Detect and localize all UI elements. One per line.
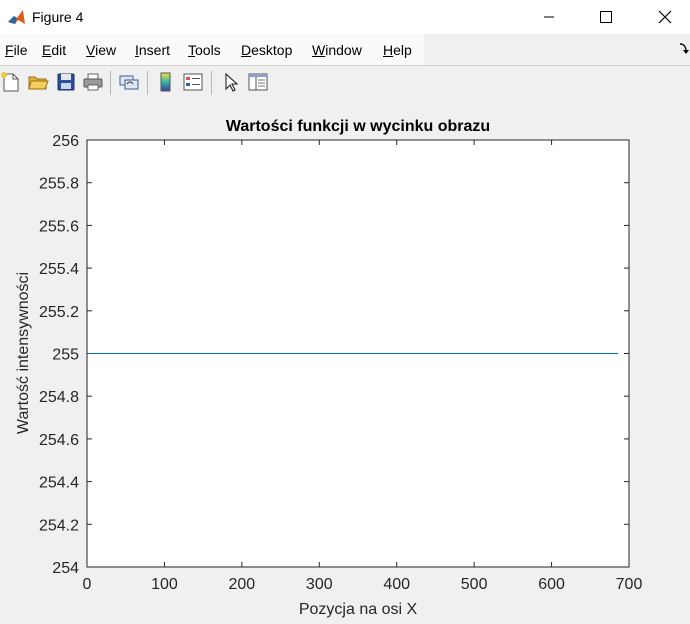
menu-window[interactable]: Window: [312, 42, 362, 58]
open-file-icon[interactable]: [27, 71, 49, 93]
x-tick-label: 400: [383, 576, 410, 593]
chart-title: Wartości funkcji w wycinku obrazu: [226, 118, 490, 135]
menu-edit-rest: dit: [51, 42, 67, 58]
maximize-button[interactable]: [583, 0, 629, 34]
minimize-button[interactable]: [526, 0, 572, 34]
maximize-icon: [600, 11, 612, 23]
menu-desktop-mnemonic: D: [241, 42, 252, 58]
menu-view[interactable]: View: [86, 42, 116, 58]
colorbar-icon[interactable]: [155, 71, 177, 93]
menu-file-mnemonic: F: [5, 42, 14, 58]
x-axis-label: Pozycja na osi X: [299, 601, 418, 618]
menu-edit[interactable]: Edit: [42, 42, 66, 58]
menu-window-rest: indow: [325, 42, 362, 58]
close-icon: [658, 10, 672, 24]
menu-desktop[interactable]: Desktop: [241, 42, 292, 58]
edit-plot-icon[interactable]: [220, 71, 242, 93]
x-tick-label: 700: [616, 576, 643, 593]
menu-help[interactable]: Help: [383, 42, 412, 58]
menu-view-rest: iew: [95, 42, 117, 58]
x-tick-label: 500: [461, 576, 488, 593]
link-plot-icon[interactable]: [118, 71, 140, 93]
y-tick-label: 254.6: [39, 432, 79, 449]
y-tick-label: 255.2: [39, 304, 79, 321]
menu-insert[interactable]: Insert: [135, 42, 170, 58]
y-tick-label: 256: [52, 133, 79, 150]
save-icon[interactable]: [55, 71, 77, 93]
menu-tools-mnemonic: T: [188, 42, 195, 58]
y-tick-label: 255: [52, 347, 79, 364]
dock-arrow-icon[interactable]: [678, 40, 690, 56]
legend-icon[interactable]: [182, 71, 204, 93]
y-tick-label: 254.8: [39, 389, 79, 406]
close-button[interactable]: [642, 0, 688, 34]
menu-edit-mnemonic: E: [42, 42, 52, 58]
y-tick-label: 254.4: [39, 475, 79, 492]
y-axis-label: Wartość intensywności: [15, 272, 32, 434]
new-figure-icon[interactable]: [0, 71, 22, 93]
y-tick-label: 255.4: [39, 261, 79, 278]
menu-help-mnemonic: H: [383, 42, 394, 58]
x-tick-label: 100: [151, 576, 178, 593]
menu-view-mnemonic: V: [86, 42, 96, 58]
menu-insert-rest: nsert: [138, 42, 171, 58]
menu-tools-rest: ools: [195, 42, 221, 58]
menu-window-mnemonic: W: [312, 42, 326, 58]
menu-help-rest: elp: [393, 42, 412, 58]
y-tick-label: 254.2: [39, 517, 79, 534]
menu-bar: File Edit View Insert Tools Desktop Wind…: [0, 34, 690, 65]
toolbar-separator: [211, 71, 212, 95]
menu-file-rest: ile: [13, 42, 28, 58]
x-tick-label: 600: [538, 576, 565, 593]
window-title: Figure 4: [32, 9, 84, 25]
window-titlebar: Figure 4: [0, 0, 690, 34]
y-tick-label: 255.8: [39, 176, 79, 193]
x-tick-label: 0: [83, 576, 92, 593]
matlab-logo-icon: [6, 7, 26, 27]
y-tick-label: 255.6: [39, 218, 79, 235]
print-icon[interactable]: [82, 71, 104, 93]
x-tick-label: 200: [229, 576, 256, 593]
property-inspector-icon[interactable]: [247, 71, 269, 93]
toolbar-separator: [147, 71, 148, 95]
y-tick-label: 254: [52, 560, 79, 577]
x-tick-label: 300: [306, 576, 333, 593]
toolbar-separator: [110, 71, 111, 95]
menu-file[interactable]: File: [5, 42, 28, 58]
figure-canvas: 0 100 200 300 400 500 600 700 254 254.2 254.4 254.6…: [0, 99, 690, 619]
figure-toolbar: [0, 65, 690, 100]
menu-tools[interactable]: Tools: [188, 42, 221, 58]
minimize-icon: [544, 16, 554, 18]
line-plot[interactable]: 0 100 200 300 400 500 600 700 254 254.2 254.4 254.6…: [0, 99, 690, 619]
menu-desktop-rest: esktop: [251, 42, 293, 58]
